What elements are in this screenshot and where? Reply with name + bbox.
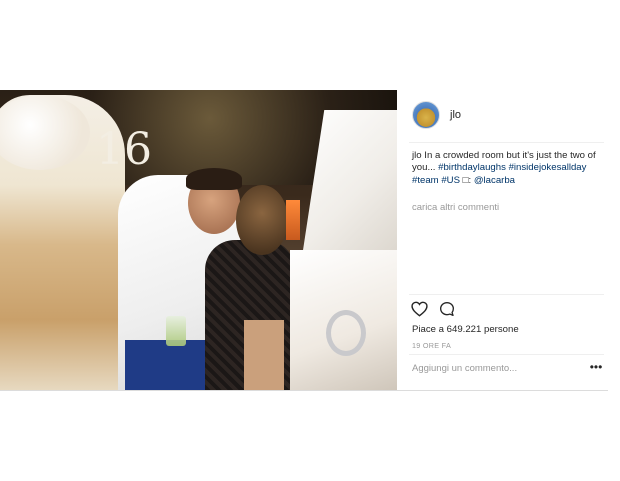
load-more-comments-link[interactable]: carica altri commenti <box>412 202 499 213</box>
comment-button[interactable] <box>438 300 456 318</box>
caption-hashtag-link[interactable]: #insidejokesallday <box>509 162 587 173</box>
post-caption: jlo In a crowded room but it's just the … <box>412 150 600 187</box>
photo-cake-topper: 16 <box>96 124 152 175</box>
instagram-post: 16 jlo jlo In a crowded room but it's ju… <box>0 90 608 391</box>
more-options-icon[interactable]: ••• <box>589 361 603 373</box>
post-photo[interactable]: 16 <box>0 90 397 390</box>
comment-bubble-icon <box>440 302 454 316</box>
caption-mention-link[interactable]: @lacarba <box>474 175 515 186</box>
avatar[interactable] <box>412 101 440 129</box>
heart-icon <box>410 301 428 317</box>
photo-woman-hair <box>236 185 288 255</box>
caption-hashtag-link[interactable]: #birthdaylaughs <box>438 162 506 173</box>
likes-count[interactable]: Piace a 649.221 persone <box>412 324 519 335</box>
caption-text: □: <box>460 174 474 186</box>
photo-cake-top <box>0 95 90 170</box>
post-timestamp[interactable]: 19 ORE FA <box>412 341 451 350</box>
photo-man-jeans <box>125 340 217 390</box>
caption-hashtag-link[interactable]: #US <box>441 175 460 186</box>
photo-man-hair <box>186 168 242 190</box>
post-username[interactable]: jlo <box>450 109 461 121</box>
divider <box>409 294 604 295</box>
add-comment-input[interactable]: Aggiungi un commento... <box>412 363 577 374</box>
caption-body: In a crowded room but it's just the two … <box>412 150 596 186</box>
photo-drink-glass <box>166 316 186 346</box>
post-actions <box>410 299 456 319</box>
post-header: jlo <box>412 101 461 129</box>
like-button[interactable] <box>410 300 428 318</box>
post-sidebar: jlo jlo In a crowded room but it's just … <box>397 90 608 390</box>
photo-ring-sculpture <box>326 310 366 356</box>
photo-woman-legs <box>244 320 284 390</box>
photo-orange-light <box>286 200 300 240</box>
divider <box>409 142 604 143</box>
divider <box>409 354 604 355</box>
caption-hashtag-link[interactable]: #team <box>412 175 439 186</box>
caption-username[interactable]: jlo <box>412 150 422 161</box>
